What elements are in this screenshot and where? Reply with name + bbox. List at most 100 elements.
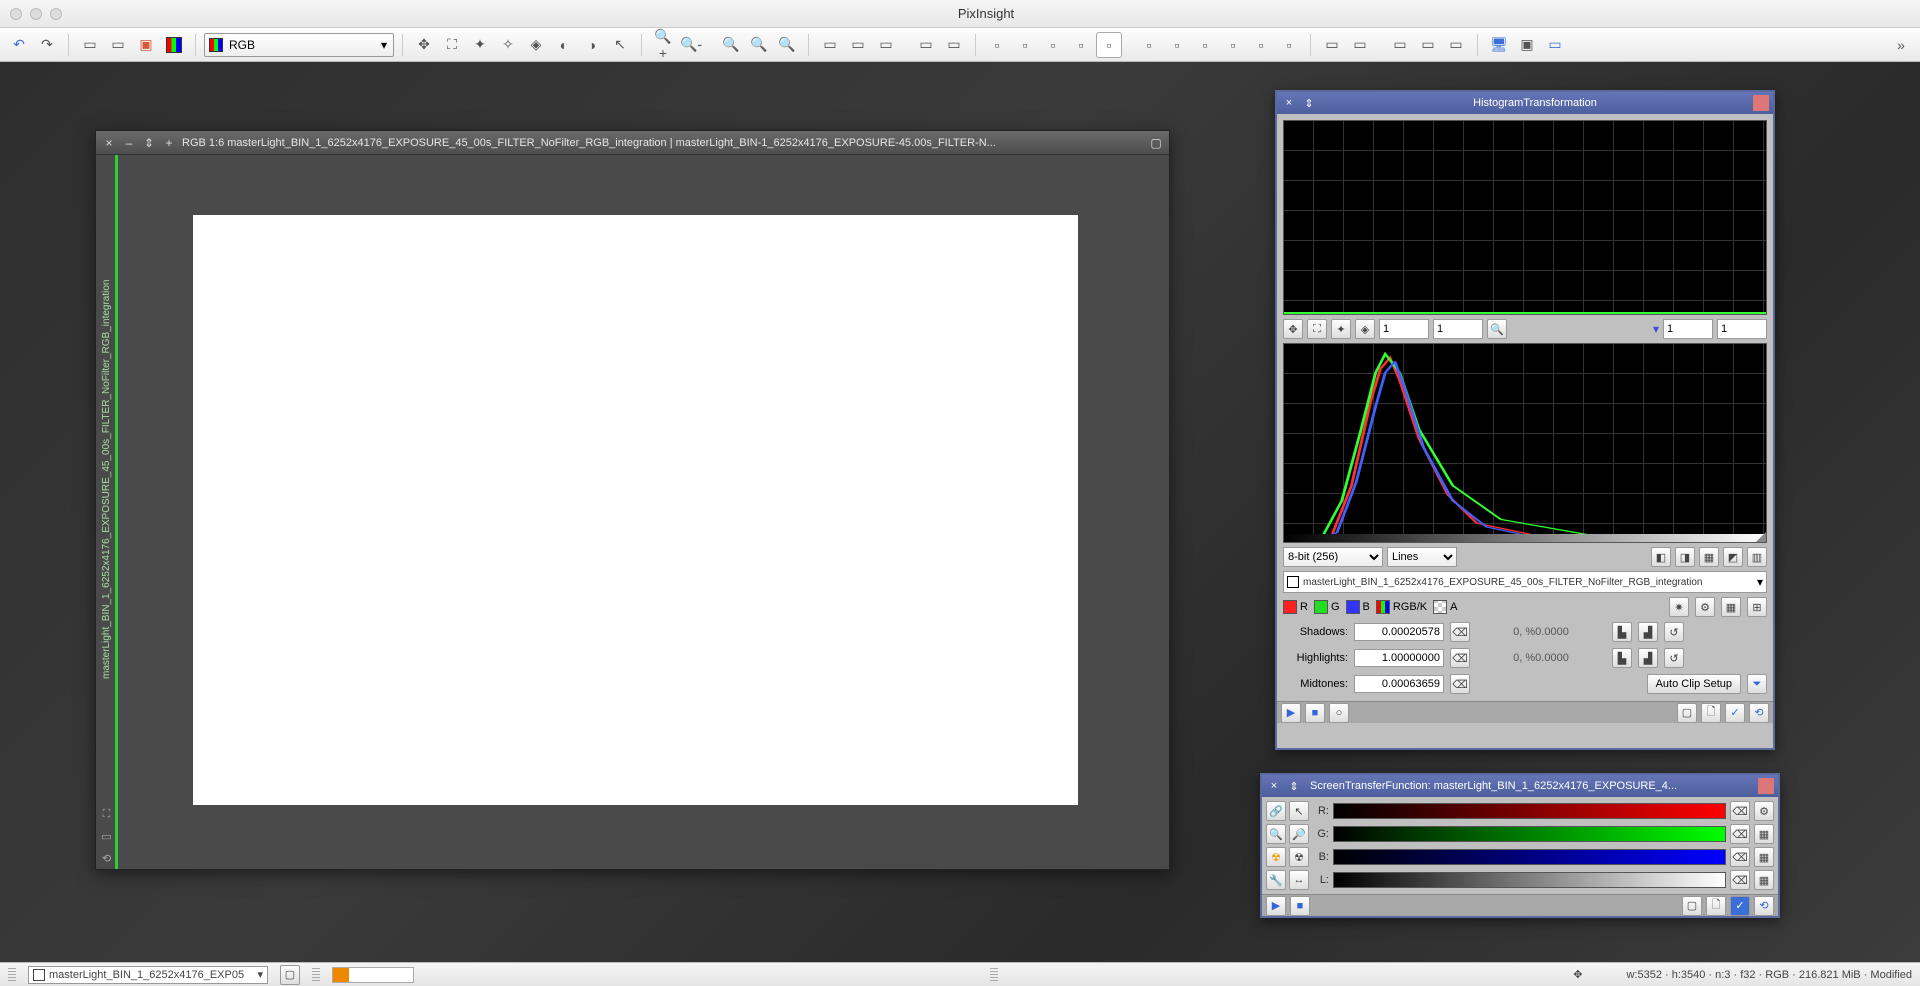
highlights-input[interactable]	[1354, 649, 1444, 667]
zoom-out-button[interactable]: 🔍-	[678, 32, 704, 58]
channel-rgbk-button[interactable]: RGB/K	[1376, 600, 1427, 614]
zoom-icon[interactable]: ✦	[1331, 319, 1351, 339]
grip-icon[interactable]	[8, 968, 16, 982]
input-histogram-graph[interactable]	[1283, 343, 1767, 543]
zoom-icon[interactable]: 🔍	[1266, 824, 1286, 844]
tool-icon[interactable]: ▦	[1754, 824, 1774, 844]
undo-button[interactable]: ↶	[6, 32, 32, 58]
crop-icon[interactable]: ▭	[99, 828, 115, 844]
status-view-select[interactable]: masterLight_BIN_1_6252x4176_EXP05 ▾	[28, 966, 268, 984]
window-button[interactable]: ▭	[941, 32, 967, 58]
gear-icon[interactable]: ⚙	[1754, 801, 1774, 821]
hist-tool-button[interactable]: ▦	[1721, 597, 1741, 617]
view-select[interactable]: masterLight_BIN_1_6252x4176_EXPOSURE_45_…	[1283, 571, 1767, 593]
zoom-input-c[interactable]	[1663, 319, 1713, 339]
zoom-icon[interactable]: ◈	[1355, 319, 1375, 339]
panel-badge-icon[interactable]	[1753, 95, 1769, 111]
zoom-input-a[interactable]	[1379, 319, 1429, 339]
hist-option-button[interactable]: ◩	[1723, 547, 1743, 567]
tool-button[interactable]: ✧	[495, 32, 521, 58]
reset-icon[interactable]: ⟲	[99, 850, 115, 866]
tool-button[interactable]: ▭	[1319, 32, 1345, 58]
clear-icon[interactable]: ⌫	[1450, 622, 1470, 642]
stf-panel-titlebar[interactable]: × ⇕ ScreenTransferFunction: masterLight_…	[1262, 775, 1778, 797]
channel-g-button[interactable]: G	[1314, 600, 1340, 614]
tool-button[interactable]: ▭	[1387, 32, 1413, 58]
zoom-window-button[interactable]	[50, 8, 62, 20]
tool-button[interactable]: ▫	[1220, 32, 1246, 58]
tool-icon[interactable]: ▦	[1754, 870, 1774, 890]
pan-icon[interactable]: ✥	[1283, 319, 1303, 339]
tool-button[interactable]: ◑	[579, 32, 605, 58]
fit-icon[interactable]: ⛶	[99, 806, 115, 822]
pan-tool-button[interactable]: ✥	[411, 32, 437, 58]
autoclip-button[interactable]: Auto Clip Setup	[1647, 674, 1741, 694]
bitdepth-select[interactable]: 8-bit (256)	[1283, 547, 1383, 567]
tool-button[interactable]: ◐	[551, 32, 577, 58]
clear-icon[interactable]: ⌫	[1450, 648, 1470, 668]
shade-icon[interactable]: ⇕	[1301, 95, 1317, 111]
shadows-input[interactable]	[1354, 623, 1444, 641]
docs-button[interactable]: 🗋	[1706, 896, 1726, 916]
link-icon[interactable]: 🔗	[1266, 801, 1286, 821]
swatch-strip[interactable]	[332, 967, 414, 983]
status-button[interactable]: ▢	[280, 965, 300, 985]
expand-icon[interactable]: ⏷	[1747, 674, 1767, 694]
search-icon[interactable]: 🔍	[1487, 319, 1507, 339]
tool-button[interactable]: ▣	[133, 32, 159, 58]
plus-icon[interactable]: +	[162, 136, 176, 150]
check-icon[interactable]: ✓	[1725, 703, 1745, 723]
window-button[interactable]: ▭	[873, 32, 899, 58]
param-button[interactable]: ▙	[1612, 648, 1632, 668]
tool-button[interactable]: ▫	[1136, 32, 1162, 58]
minimize-window-button[interactable]	[30, 8, 42, 20]
tool-button[interactable]: ▫	[1040, 32, 1066, 58]
zoom-input-d[interactable]	[1717, 319, 1767, 339]
tool-button[interactable]: ▭	[105, 32, 131, 58]
zoom-input-b[interactable]	[1433, 319, 1483, 339]
zoom-icon[interactable]: ⛶	[1307, 319, 1327, 339]
shade-icon[interactable]: ⇕	[1286, 778, 1302, 794]
tool-button[interactable]: ▭	[77, 32, 103, 58]
close-icon[interactable]: ×	[1281, 95, 1297, 111]
apply-button[interactable]: ▶	[1266, 896, 1286, 916]
stf-g-slider[interactable]	[1333, 826, 1726, 842]
check-icon[interactable]: ✓	[1730, 896, 1750, 916]
hist-tool-button[interactable]: ⊞	[1747, 597, 1767, 617]
histogram-panel-titlebar[interactable]: × ⇕ HistogramTransformation	[1277, 92, 1773, 114]
maximize-icon[interactable]: ▢	[1149, 136, 1163, 150]
image-window-titlebar[interactable]: × – ⇕ + RGB 1:6 masterLight_BIN_1_6252x4…	[96, 131, 1169, 155]
tool-button[interactable]: ▫	[984, 32, 1010, 58]
image-canvas[interactable]	[118, 155, 1169, 869]
hist-option-button[interactable]: ◨	[1675, 547, 1695, 567]
tool-button[interactable]: ▭	[1347, 32, 1373, 58]
nuke-icon[interactable]: ☢	[1266, 847, 1286, 867]
hist-option-button[interactable]: ▦	[1699, 547, 1719, 567]
close-icon[interactable]: ×	[102, 136, 116, 150]
new-instance-button[interactable]: ▢	[1677, 703, 1697, 723]
clear-icon[interactable]: ⌫	[1450, 674, 1470, 694]
tool-button[interactable]: ▫	[1068, 32, 1094, 58]
zoom-button[interactable]: 🔍	[718, 32, 744, 58]
tool-button[interactable]: ▭	[1415, 32, 1441, 58]
apply-button[interactable]: ▶	[1281, 703, 1301, 723]
reset-button[interactable]: ⟲	[1749, 703, 1769, 723]
tool-button[interactable]: ⛶	[439, 32, 465, 58]
monitor-button[interactable]: 🖥	[1486, 32, 1512, 58]
channel-r-button[interactable]: R	[1283, 600, 1308, 614]
zoom-in-button[interactable]: 🔍+	[650, 32, 676, 58]
preview-button[interactable]: ○	[1329, 703, 1349, 723]
param-button[interactable]: ↺	[1664, 622, 1684, 642]
pointer-tool-button[interactable]: ↖	[607, 32, 633, 58]
reset-icon[interactable]: ⌫	[1730, 847, 1750, 867]
reset-icon[interactable]: ⌫	[1730, 870, 1750, 890]
shade-icon[interactable]: ⇕	[142, 136, 156, 150]
tool-button[interactable]: ▫	[1164, 32, 1190, 58]
channel-b-button[interactable]: B	[1346, 600, 1370, 614]
close-icon[interactable]: ×	[1266, 778, 1282, 794]
nuke-icon[interactable]: ☢	[1289, 847, 1309, 867]
overflow-button[interactable]: »	[1888, 32, 1914, 58]
apply-global-button[interactable]: ■	[1305, 703, 1325, 723]
reset-button[interactable]: ⟲	[1754, 896, 1774, 916]
param-button[interactable]: ▙	[1612, 622, 1632, 642]
